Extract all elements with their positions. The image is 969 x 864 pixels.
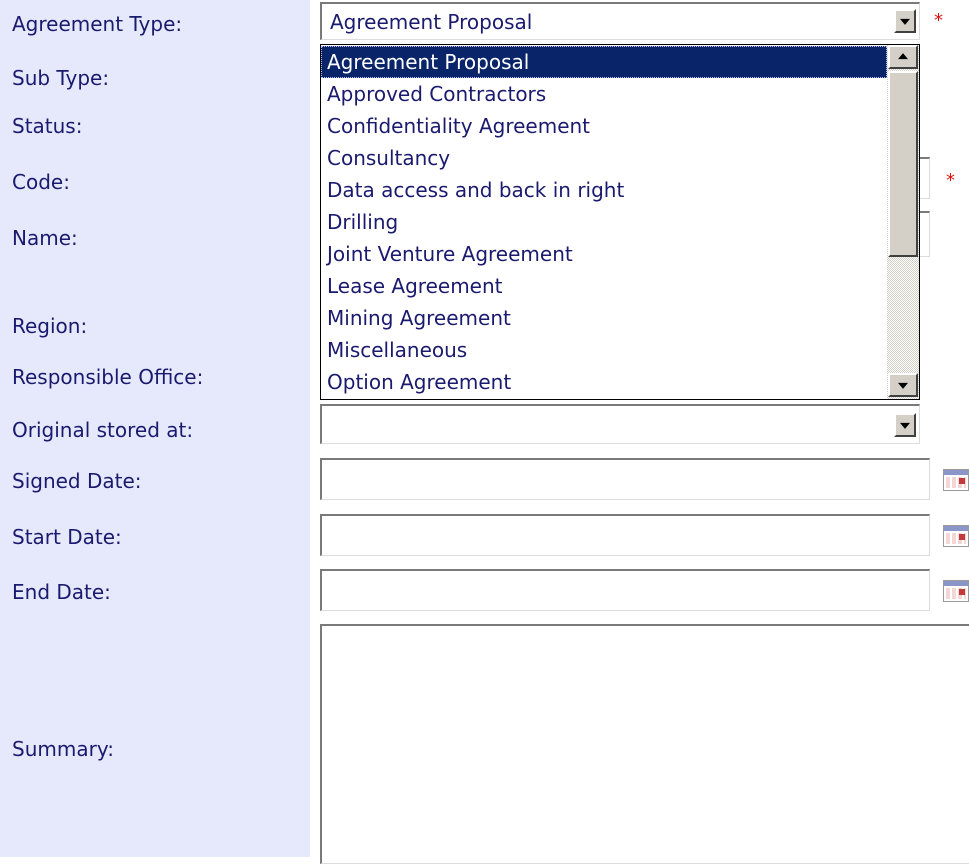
code-required-marker: * [946, 170, 955, 191]
calendar-icon-mark [959, 534, 965, 540]
summary-label: Summary: [12, 737, 114, 761]
agreement-type-options-list[interactable]: Agreement Proposal Approved Contractors … [320, 44, 920, 400]
chevron-down-icon [900, 18, 910, 25]
end-date-label: End Date: [12, 580, 111, 604]
option-consultancy[interactable]: Consultancy [321, 142, 887, 174]
option-joint-venture-agreement[interactable]: Joint Venture Agreement [321, 238, 887, 270]
option-drilling[interactable]: Drilling [321, 206, 887, 238]
name-label: Name: [12, 226, 78, 250]
start-date-field[interactable] [320, 514, 930, 556]
agreement-type-value: Agreement Proposal [330, 10, 533, 34]
calendar-icon-header [944, 581, 968, 586]
options-scrollbar[interactable] [887, 45, 919, 399]
option-option-agreement[interactable]: Option Agreement [321, 366, 887, 398]
agreement-type-required-marker: * [934, 10, 943, 31]
arrow-down-icon [898, 382, 908, 389]
arrow-up-icon [898, 53, 908, 60]
region-label: Region: [12, 314, 88, 338]
calendar-icon-header [944, 470, 968, 475]
original-stored-at-dropdown-button[interactable] [894, 413, 916, 437]
original-stored-at-label: Original stored at: [12, 418, 194, 442]
option-agreement-proposal[interactable]: Agreement Proposal [321, 46, 887, 78]
start-date-label: Start Date: [12, 525, 122, 549]
calendar-icon-header [944, 526, 968, 531]
calendar-icon[interactable] [943, 580, 969, 602]
agreement-type-label: Agreement Type: [12, 12, 183, 36]
status-label: Status: [12, 114, 83, 138]
option-data-access-and-back-in-right[interactable]: Data access and back in right [321, 174, 887, 206]
option-confidentiality-agreement[interactable]: Confidentiality Agreement [321, 110, 887, 142]
original-stored-at-select[interactable] [320, 404, 920, 444]
signed-date-field[interactable] [320, 458, 930, 500]
code-label: Code: [12, 170, 70, 194]
calendar-icon[interactable] [943, 525, 969, 547]
calendar-icon-mark [959, 478, 965, 484]
responsible-office-label: Responsible Office: [12, 365, 204, 389]
calendar-icon-mark [959, 589, 965, 595]
scrollbar-thumb[interactable] [888, 71, 918, 257]
option-lease-agreement[interactable]: Lease Agreement [321, 270, 887, 302]
scroll-up-button[interactable] [888, 45, 918, 69]
label-column: Agreement Type: Sub Type: Status: Code: … [0, 0, 310, 857]
sub-type-label: Sub Type: [12, 66, 110, 90]
scroll-down-button[interactable] [888, 373, 918, 397]
signed-date-label: Signed Date: [12, 469, 142, 493]
agreement-type-dropdown-button[interactable] [894, 9, 916, 33]
end-date-field[interactable] [320, 569, 930, 611]
option-approved-contractors[interactable]: Approved Contractors [321, 78, 887, 110]
agreement-type-select[interactable]: Agreement Proposal [320, 2, 920, 40]
option-mining-agreement[interactable]: Mining Agreement [321, 302, 887, 334]
option-miscellaneous[interactable]: Miscellaneous [321, 334, 887, 366]
calendar-icon[interactable] [943, 469, 969, 491]
chevron-down-icon [900, 422, 910, 429]
summary-textarea[interactable] [320, 624, 969, 864]
